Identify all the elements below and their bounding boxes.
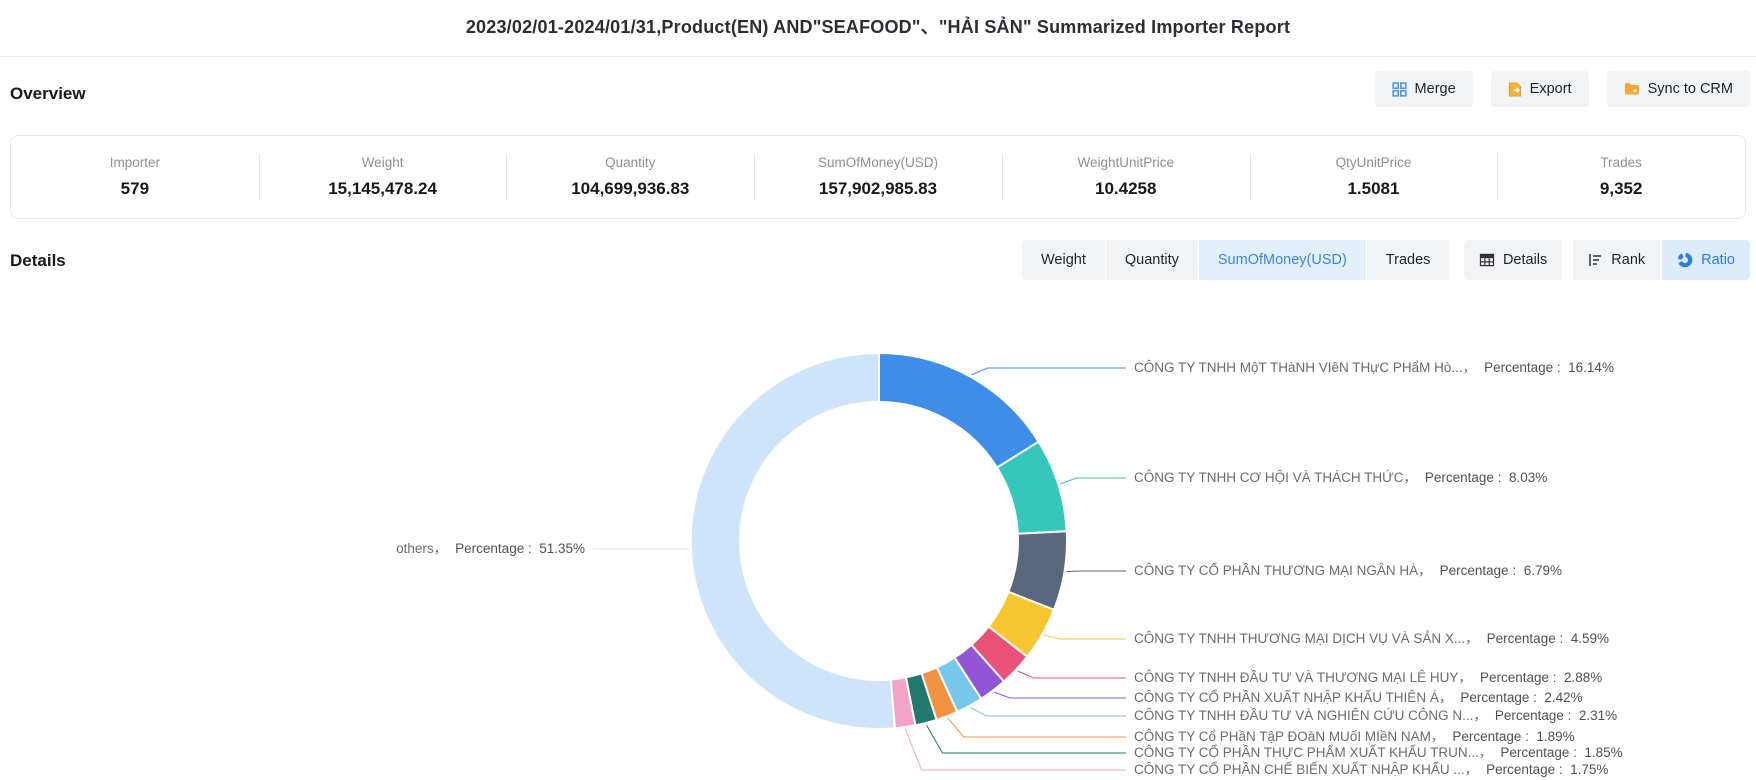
label-line — [1060, 478, 1126, 484]
chart-label-name: CÔNG TY TNHH CƠ HỘI VÀ THÁCH THỨC， — [1134, 470, 1417, 485]
chart-label-name: CÔNG TY Cổ PHầN TậP ĐOàN MUốI MIềN NAM， — [1134, 729, 1444, 744]
pie-segment-10[interactable] — [691, 353, 895, 729]
chart-label-name: CÔNG TY CỔ PHẦN XUẤT NHẬP KHẨU THIÊN Á， — [1134, 690, 1452, 705]
chart-label: CÔNG TY CỔ PHẦN THỰC PHẨM XUẤT KHẨU TRUN… — [1134, 744, 1623, 762]
label-line — [994, 692, 1126, 698]
chart-label-name: CÔNG TY TNHH ĐẦU TƯ VÀ THƯƠNG MẠI LÊ HUY… — [1134, 670, 1472, 685]
chart-label-name: CÔNG TY CỔ PHẦN CHẾ BIẾN XUẤT NHẬP KHẨU … — [1134, 762, 1478, 777]
label-line — [927, 725, 1127, 753]
chart-label: others， Percentage : 51.35% — [396, 540, 585, 558]
label-line — [1018, 671, 1126, 678]
label-line — [971, 368, 1126, 375]
label-line — [906, 729, 1127, 770]
chart-label-name: CÔNG TY TNHH THƯƠNG MẠI DỊCH VỤ VÀ SẢN X… — [1134, 631, 1479, 646]
chart-label: CÔNG TY TNHH ĐẦU TƯ VÀ NGHIÊN CỨU CÔNG N… — [1134, 707, 1617, 725]
label-line — [1067, 571, 1127, 572]
chart-label: CÔNG TY TNHH ĐẦU TƯ VÀ THƯƠNG MẠI LÊ HUY… — [1134, 669, 1602, 687]
chart-label-name: others， — [396, 541, 447, 556]
chart-label-percentage: Percentage : 1.75% — [1486, 762, 1608, 777]
chart-label-percentage: Percentage : 4.59% — [1487, 631, 1609, 646]
chart-label-percentage: Percentage : 2.42% — [1460, 690, 1582, 705]
chart-label: CÔNG TY TNHH CƠ HỘI VÀ THÁCH THỨC， Percen… — [1134, 469, 1547, 487]
chart-label: CÔNG TY TNHH THƯƠNG MẠI DỊCH VỤ VÀ SẢN X… — [1134, 630, 1609, 648]
chart-label: CÔNG TY TNHH MộT THàNH VIêN THựC PHẩM Hò… — [1134, 359, 1614, 377]
label-line — [971, 708, 1127, 717]
chart-label-percentage: Percentage : 1.85% — [1500, 745, 1622, 760]
chart-label-name: CÔNG TY TNHH MộT THàNH VIêN THựC PHẩM Hò… — [1134, 360, 1476, 375]
chart-label-name: CÔNG TY TNHH ĐẦU TƯ VÀ NGHIÊN CỨU CÔNG N… — [1134, 708, 1487, 723]
chart-label-percentage: Percentage : 51.35% — [455, 541, 585, 556]
chart-label-percentage: Percentage : 8.03% — [1425, 470, 1547, 485]
chart-label-percentage: Percentage : 1.89% — [1452, 729, 1574, 744]
pie-segment-0[interactable] — [879, 353, 1039, 468]
chart-label-percentage: Percentage : 6.79% — [1440, 563, 1562, 578]
chart-label-name: CÔNG TY CỔ PHẦN THƯƠNG MẠI NGÂN HÀ， — [1134, 563, 1432, 578]
chart-label-name: CÔNG TY CỔ PHẦN THỰC PHẨM XUẤT KHẨU TRUN… — [1134, 745, 1492, 760]
chart-label-percentage: Percentage : 2.31% — [1495, 708, 1617, 723]
label-line — [948, 718, 1126, 737]
chart-label-percentage: Percentage : 16.14% — [1484, 360, 1614, 375]
chart-label: CÔNG TY CỔ PHẦN XUẤT NHẬP KHẨU THIÊN Á， P… — [1134, 689, 1583, 707]
label-line — [1044, 635, 1126, 639]
chart-label: CÔNG TY CỔ PHẦN THƯƠNG MẠI NGÂN HÀ， Perce… — [1134, 562, 1562, 580]
importer-report-page: 2023/02/01-2024/01/31,Product(EN) AND"SE… — [0, 0, 1756, 780]
chart-label: CÔNG TY CỔ PHẦN CHẾ BIẾN XUẤT NHẬP KHẨU … — [1134, 761, 1608, 779]
chart-label-percentage: Percentage : 2.88% — [1480, 670, 1602, 685]
donut-chart[interactable] — [0, 0, 1756, 780]
